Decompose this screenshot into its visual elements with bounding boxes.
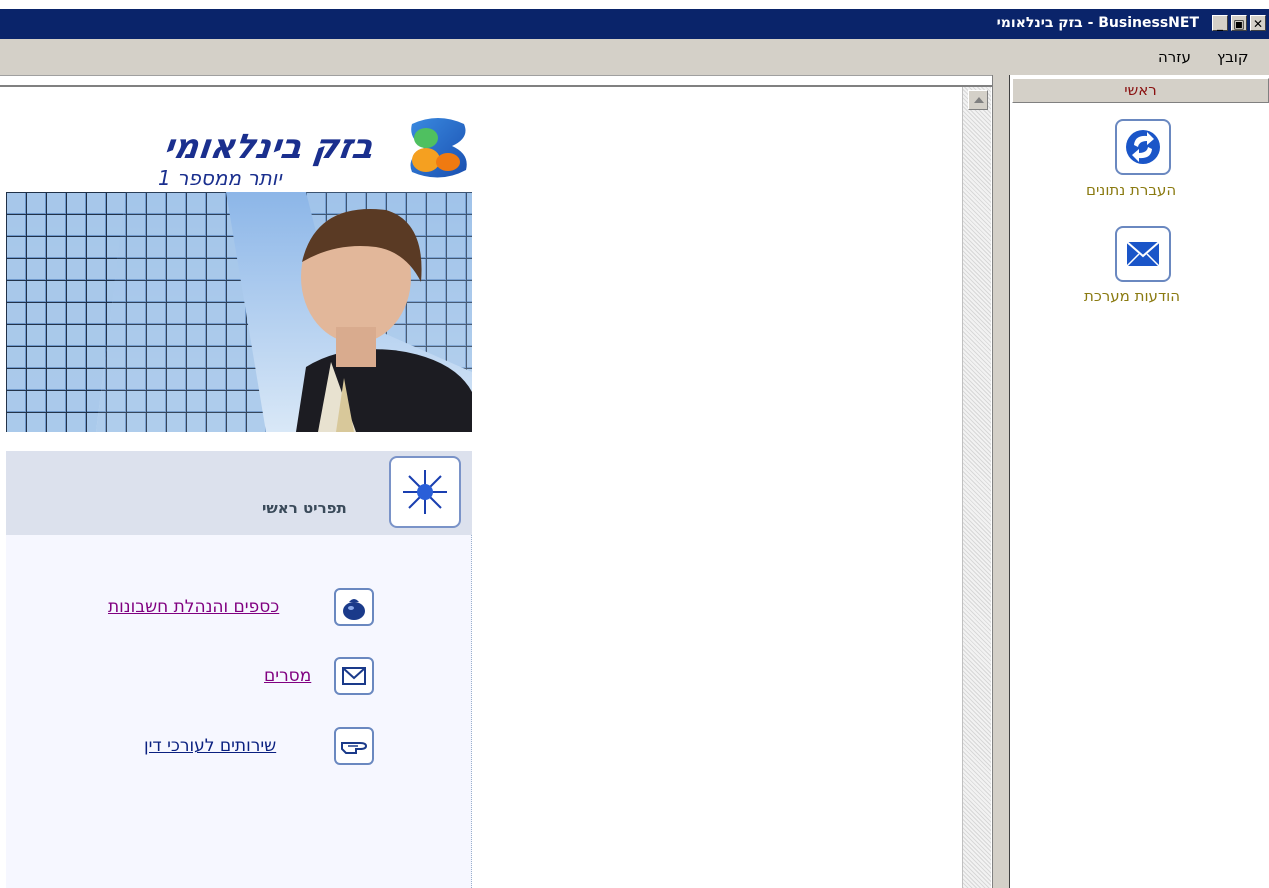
lawyers-link-icon-button[interactable] xyxy=(334,727,374,765)
main-menu-title: תפריט ראשי xyxy=(262,499,347,517)
close-icon: ✕ xyxy=(1252,17,1264,31)
sync-arrows-icon xyxy=(1126,130,1160,164)
vertical-scrollbar[interactable] xyxy=(962,87,991,888)
money-bag-icon xyxy=(343,599,365,620)
system-messages-button[interactable] xyxy=(1115,226,1171,282)
scroll-up-button[interactable] xyxy=(968,90,988,110)
restore-icon: ▣ xyxy=(1233,17,1245,31)
messages-link-icon-button[interactable] xyxy=(334,657,374,695)
arrow-up-icon xyxy=(974,97,984,103)
finance-link-icon-button[interactable] xyxy=(334,588,374,626)
link-lawyer-services[interactable]: שירותים לעורכי דין xyxy=(144,736,276,756)
minimize-button[interactable]: _ xyxy=(1212,15,1228,31)
sun-star-icon xyxy=(403,470,447,514)
title-bar: BusinessNET - בזק בינלאומי ✕ ▣ _ xyxy=(0,9,1269,39)
envelope-icon xyxy=(342,667,366,685)
link-messages[interactable]: מסרים xyxy=(264,666,311,686)
brand-tagline: יותר ממספר 1 xyxy=(158,166,282,190)
nav-header: ראשי xyxy=(1012,78,1269,103)
menu-bar: קובץ עזרה xyxy=(0,39,1269,75)
nav-item-data-transfer[interactable]: העברת נתונים xyxy=(1086,181,1176,199)
menu-help[interactable]: עזרה xyxy=(1158,48,1191,66)
brand-name: בזק בינלאומי xyxy=(161,127,376,167)
nav-item-system-messages[interactable]: הודעות מערכת xyxy=(1084,287,1180,305)
close-button[interactable]: ✕ xyxy=(1250,15,1266,31)
menu-header-icon-frame xyxy=(389,456,461,528)
window-title: BusinessNET - בזק בינלאומי xyxy=(996,15,1199,31)
envelope-icon xyxy=(1126,241,1160,267)
link-finance[interactable]: כספים והנהלת חשבונות xyxy=(108,597,279,617)
data-transfer-button[interactable] xyxy=(1115,119,1171,175)
restore-button[interactable]: ▣ xyxy=(1231,15,1247,31)
minimize-icon: _ xyxy=(1217,17,1223,31)
pointing-hand-icon xyxy=(341,742,368,754)
banner-photo xyxy=(6,192,472,432)
pane-splitter[interactable] xyxy=(992,75,1010,888)
bezeq-logo-icon xyxy=(410,118,467,178)
menu-file[interactable]: קובץ xyxy=(1217,48,1249,66)
